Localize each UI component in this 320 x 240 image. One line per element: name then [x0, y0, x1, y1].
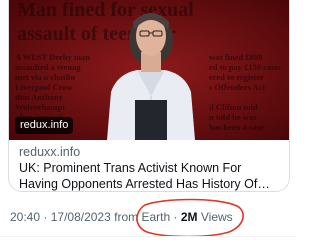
article-text-right-3: ered to register — [209, 72, 264, 82]
article-text-left-3: met via a chatlin — [15, 72, 75, 82]
tweet-time[interactable]: 20:40 — [10, 210, 40, 224]
article-text-left-1: A WEST Derby man — [15, 52, 90, 62]
tweet-detail-fragment: Man fined for sexual assault of teenager… — [0, 0, 296, 240]
card-domain: reduxx.info — [19, 145, 81, 159]
views-label[interactable]: Views — [201, 210, 233, 224]
link-preview-card[interactable]: Man fined for sexual assault of teenager… — [8, 0, 290, 192]
article-text-right-4: s Offenders Act — [209, 82, 265, 92]
article-text-right-6: n told he was — [209, 112, 257, 122]
article-text-right-5: d Clifton told — [209, 102, 258, 112]
views-count[interactable]: 2M — [181, 210, 198, 224]
tweet-source: Earth — [141, 210, 171, 224]
link-preview-image[interactable]: Man fined for sexual assault of teenager… — [9, 0, 289, 140]
meta-separator: · — [43, 210, 48, 224]
image-domain-badge: redux.info — [15, 117, 74, 134]
article-text-left-2: assaulted a teenag — [15, 62, 81, 72]
article-text-right-1: was fined £800 — [209, 52, 262, 62]
article-text-left-6: Wolverhampt — [15, 102, 65, 112]
meta-separator-2: · — [173, 210, 178, 224]
card-title[interactable]: UK: Prominent Trans Activist Known For H… — [19, 160, 279, 191]
source-prefix: from — [114, 210, 139, 224]
divider — [0, 236, 296, 237]
tweet-date[interactable]: 17/08/2023 — [51, 210, 111, 224]
article-text-left-4: Liverpool Crow — [15, 82, 74, 92]
article-text-right-2: ed to pay £150 costs — [209, 62, 281, 72]
article-text-right-7: has been a case — [209, 122, 264, 132]
headline-line-1: Man fined for sexual — [17, 0, 194, 21]
article-text-left-5: that Anthony — [15, 92, 64, 102]
tweet-metadata: 20:40 · 17/08/2023 from Earth · 2M Views — [10, 209, 233, 225]
